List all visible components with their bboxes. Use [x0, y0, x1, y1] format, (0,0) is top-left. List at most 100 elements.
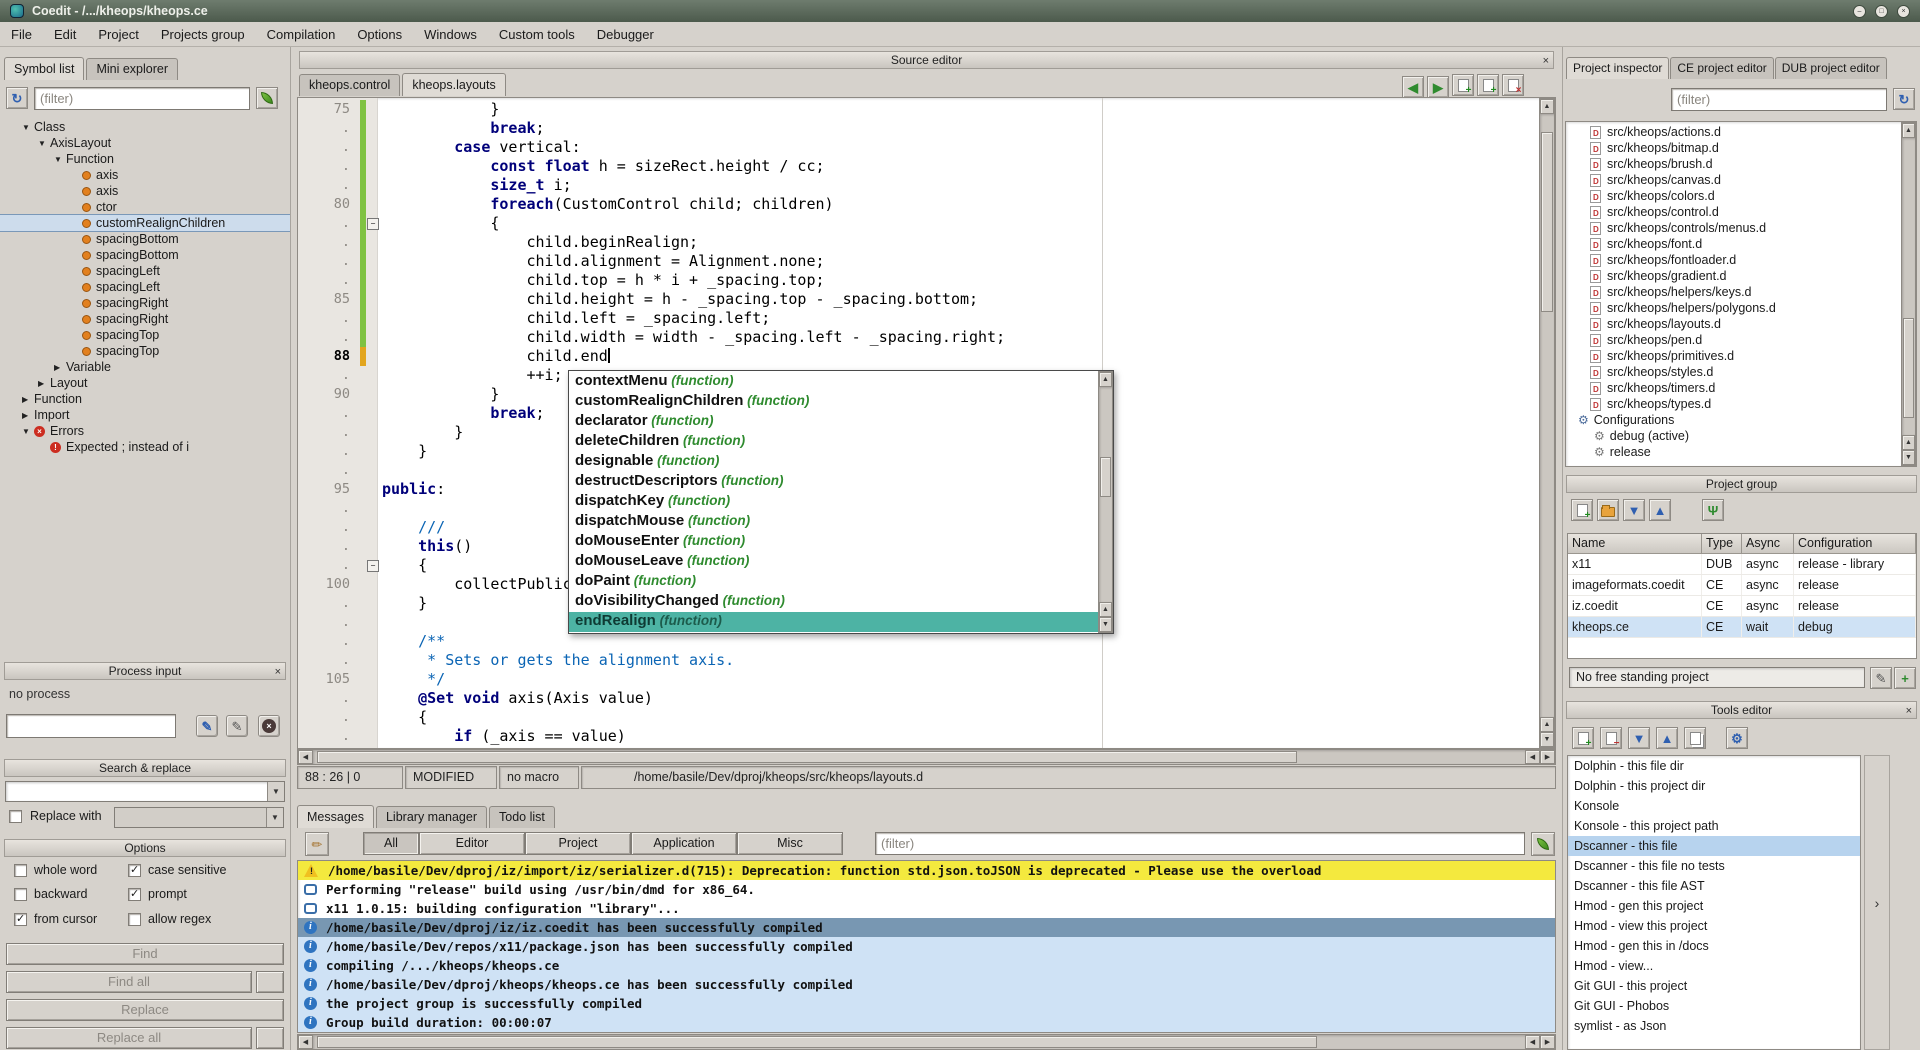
code-line[interactable]: . * Sets or gets the alignment axis.: [298, 651, 1539, 670]
move-up-button[interactable]: ▲: [1656, 727, 1678, 749]
symbols-refresh-button[interactable]: ↻: [6, 87, 28, 109]
tool-item[interactable]: Konsole: [1568, 796, 1860, 816]
expand-arrow-icon[interactable]: ▶: [22, 411, 34, 420]
completion-item[interactable]: doVisibilityChanged (function): [569, 592, 1098, 612]
move-down-button[interactable]: ▼: [1623, 499, 1645, 521]
gutter-cell[interactable]: .: [298, 252, 360, 271]
code-line[interactable]: . child.top = h * i + _spacing.top;: [298, 271, 1539, 290]
project-file-item[interactable]: src/kheops/helpers/polygons.d: [1566, 300, 1901, 316]
gutter-cell[interactable]: .: [298, 119, 360, 138]
editor-vscrollbar[interactable]: ▲▲▼: [1539, 98, 1555, 748]
message-row[interactable]: Performing "release" build using /usr/bi…: [298, 880, 1555, 899]
project-group-row[interactable]: imageformats.coeditCEasyncrelease: [1568, 575, 1916, 596]
completion-item[interactable]: designable (function): [569, 452, 1098, 472]
scroll-thumb[interactable]: [317, 1036, 1317, 1048]
tool-item[interactable]: Git GUI - this project: [1568, 976, 1860, 996]
code-line[interactable]: 85 child.height = h - _spacing.top - _sp…: [298, 290, 1539, 309]
message-row[interactable]: /home/basile/Dev/dproj/iz/import/iz/seri…: [298, 861, 1555, 880]
search-option-case-sensitive[interactable]: case sensitive: [128, 863, 227, 877]
find-all-scope-button[interactable]: [256, 971, 284, 993]
backward-checkbox[interactable]: [14, 888, 27, 901]
message-row[interactable]: Group build duration: 00:00:07: [298, 1013, 1555, 1032]
process-text-button[interactable]: ✎: [226, 715, 248, 737]
code-line[interactable]: . if (_axis == value): [298, 727, 1539, 746]
scroll-thumb[interactable]: [1903, 318, 1914, 418]
menu-file[interactable]: File: [0, 24, 43, 45]
fold-marker[interactable]: [366, 556, 378, 575]
close-button[interactable]: ×: [1897, 5, 1910, 18]
symbol-tree-item[interactable]: axis: [0, 183, 290, 199]
allow-regex-checkbox[interactable]: [128, 913, 141, 926]
tool-config-button[interactable]: ⚙: [1726, 727, 1748, 749]
symbol-tree-item[interactable]: ▶Variable: [0, 359, 290, 375]
process-pen-button[interactable]: ✎: [196, 715, 218, 737]
filter-all-button[interactable]: All: [363, 832, 419, 855]
code-line[interactable]: . {: [298, 214, 1539, 233]
source-editor-close-icon[interactable]: ×: [1543, 53, 1549, 69]
gutter-cell[interactable]: .: [298, 689, 360, 708]
go-back-button[interactable]: ◀: [1402, 76, 1424, 98]
gutter-cell[interactable]: .: [298, 214, 360, 233]
menu-edit[interactable]: Edit: [43, 24, 87, 45]
gutter-cell[interactable]: .: [298, 537, 360, 556]
code-line[interactable]: . child.beginRealign;: [298, 233, 1539, 252]
filter-project-button[interactable]: Project: [525, 832, 631, 855]
collapse-arrow-icon[interactable]: ▼: [22, 427, 34, 436]
open-folder-button[interactable]: [1597, 499, 1619, 521]
completion-item[interactable]: destructDescriptors (function): [569, 472, 1098, 492]
symbol-tree-item[interactable]: ▶Layout: [0, 375, 290, 391]
project-file-item[interactable]: src/kheops/styles.d: [1566, 364, 1901, 380]
tool-item[interactable]: Hmod - gen this project: [1568, 896, 1860, 916]
gutter-cell[interactable]: .: [298, 366, 360, 385]
gutter-cell[interactable]: .: [298, 176, 360, 195]
gutter-cell[interactable]: 85: [298, 290, 360, 309]
tools-expand-strip[interactable]: ›: [1864, 755, 1890, 1050]
symbol-tree-item[interactable]: ▶Import: [0, 407, 290, 423]
gutter-cell[interactable]: 90: [298, 385, 360, 404]
close-file-button[interactable]: ×: [1502, 74, 1524, 96]
code-line[interactable]: . break;: [298, 119, 1539, 138]
gutter-cell[interactable]: .: [298, 632, 360, 651]
code-line[interactable]: . child.width = width - _spacing.left - …: [298, 328, 1539, 347]
project-file-item[interactable]: src/kheops/timers.d: [1566, 380, 1901, 396]
expand-arrow-icon[interactable]: ▶: [54, 363, 66, 372]
editor-tab-kheops-control[interactable]: kheops.control: [299, 74, 400, 96]
tools-editor-close-icon[interactable]: ×: [1906, 703, 1912, 719]
project-file-item[interactable]: src/kheops/font.d: [1566, 236, 1901, 252]
code-line[interactable]: . const float h = sizeRect.height / cc;: [298, 157, 1539, 176]
project-file-item[interactable]: src/kheops/colors.d: [1566, 188, 1901, 204]
symbol-tree-item[interactable]: ctor: [0, 199, 290, 215]
replace-button[interactable]: Replace: [6, 999, 284, 1021]
filter-application-button[interactable]: Application: [631, 832, 737, 855]
expand-arrow-icon[interactable]: ▶: [38, 379, 50, 388]
message-row[interactable]: /home/basile/Dev/dproj/iz/iz.coedit has …: [298, 918, 1555, 937]
project-file-item[interactable]: src/kheops/layouts.d: [1566, 316, 1901, 332]
column-name[interactable]: Name: [1568, 534, 1702, 554]
gutter-cell[interactable]: .: [298, 309, 360, 328]
code-line[interactable]: . {: [298, 708, 1539, 727]
editor-tab-kheops-layouts[interactable]: kheops.layouts: [402, 73, 505, 96]
code-line[interactable]: 80 foreach(CustomControl child; children…: [298, 195, 1539, 214]
tool-item[interactable]: symlist - as Json: [1568, 1016, 1860, 1036]
menu-debugger[interactable]: Debugger: [586, 24, 665, 45]
message-row[interactable]: compiling /.../kheops/kheops.ce: [298, 956, 1555, 975]
symbol-tree-item[interactable]: !Expected ; instead of i: [0, 439, 290, 455]
scroll-track[interactable]: [313, 1035, 1525, 1049]
gutter-cell[interactable]: 95: [298, 480, 360, 499]
code-line[interactable]: 75 }: [298, 100, 1539, 119]
add-file-button[interactable]: +: [1477, 74, 1499, 96]
code-line[interactable]: . child.alignment = Alignment.none;: [298, 252, 1539, 271]
scroll-track[interactable]: [313, 750, 1525, 764]
gutter-cell[interactable]: 80: [298, 195, 360, 214]
menu-custom-tools[interactable]: Custom tools: [488, 24, 586, 45]
gutter-cell[interactable]: .: [298, 708, 360, 727]
scroll-left-icon[interactable]: ◀: [298, 1035, 313, 1049]
menu-compilation[interactable]: Compilation: [256, 24, 347, 45]
remove-tool-button[interactable]: −: [1600, 727, 1622, 749]
menu-windows[interactable]: Windows: [413, 24, 488, 45]
gutter-cell[interactable]: .: [298, 271, 360, 290]
chevron-down-icon[interactable]: ▼: [267, 782, 284, 801]
collapse-arrow-icon[interactable]: ▼: [38, 139, 50, 148]
tool-item[interactable]: Dscanner - this file: [1568, 836, 1860, 856]
scroll-down-icon[interactable]: ▼: [1902, 450, 1915, 465]
